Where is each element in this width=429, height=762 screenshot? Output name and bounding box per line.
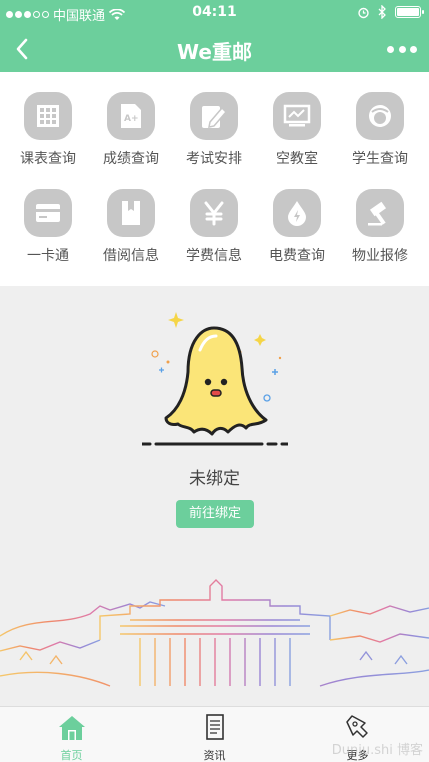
ground-line — [142, 442, 288, 446]
service-label: 借阅信息 — [103, 248, 159, 264]
service-label: 一卡通 — [27, 248, 69, 264]
service-label: 电费查询 — [269, 248, 325, 264]
go-bind-button[interactable]: 前往绑定 — [176, 500, 254, 528]
service-campus-card[interactable]: 一卡通 — [5, 169, 91, 266]
tab-home[interactable]: 首页 — [0, 707, 143, 762]
service-label: 课表查询 — [20, 151, 76, 167]
home-icon — [58, 716, 85, 740]
student-avatar-icon — [356, 92, 404, 140]
unbound-message: 未绑定 — [189, 469, 240, 489]
bluetooth-icon — [378, 5, 386, 19]
tab-news[interactable]: 资讯 — [143, 707, 286, 762]
svg-text:A+: A+ — [124, 114, 139, 124]
battery-icon — [395, 6, 424, 18]
alarm-icon — [358, 7, 369, 18]
service-electricity[interactable]: 电费查询 — [254, 169, 340, 266]
service-label: 成绩查询 — [103, 151, 159, 167]
book-icon — [107, 189, 155, 237]
status-bar: 中国联通 04:11 — [0, 0, 429, 26]
service-grid: 课表查询 A+ 成绩查询 考试安排 空教室 学生查询 一卡通 借阅信息 学费信息… — [0, 72, 429, 286]
service-schedule[interactable]: 课表查询 — [5, 72, 91, 169]
service-tuition[interactable]: 学费信息 — [171, 169, 257, 266]
service-grades[interactable]: A+ 成绩查询 — [88, 72, 174, 169]
service-repair[interactable]: 物业报修 — [337, 169, 423, 266]
page-title: We重邮 — [177, 40, 252, 64]
service-label: 学生查询 — [352, 151, 408, 167]
grade-document-icon: A+ — [107, 92, 155, 140]
tab-label: 首页 — [60, 749, 83, 762]
binding-empty-state: 未绑定 前往绑定 — [0, 286, 429, 706]
service-exams[interactable]: 考试安排 — [171, 72, 257, 169]
watermark: Duniu.shi 博客 — [331, 743, 423, 758]
service-label: 物业报修 — [352, 248, 408, 264]
pencil-icon — [190, 92, 238, 140]
service-library[interactable]: 借阅信息 — [88, 169, 174, 266]
service-empty-classroom[interactable]: 空教室 — [254, 72, 340, 169]
service-label: 学费信息 — [186, 248, 242, 264]
calendar-grid-icon — [24, 92, 72, 140]
more-icon — [345, 715, 368, 738]
service-label: 考试安排 — [186, 151, 242, 167]
yen-icon — [190, 189, 238, 237]
more-options-icon[interactable] — [387, 36, 417, 62]
electricity-drop-icon — [273, 189, 321, 237]
blackboard-icon — [273, 92, 321, 140]
nav-bar: We重邮 — [0, 26, 429, 72]
hammer-icon — [356, 189, 404, 237]
tab-label: 资讯 — [203, 749, 226, 762]
card-icon — [24, 189, 72, 237]
ghost-mascot-icon — [151, 312, 282, 436]
campus-skyline-illustration — [0, 579, 429, 687]
bottom-tab-bar: 首页 资讯 更多 Duniu.shi 博客 — [0, 706, 429, 762]
service-student-search[interactable]: 学生查询 — [337, 72, 423, 169]
service-label: 空教室 — [276, 151, 318, 167]
news-icon — [205, 714, 224, 740]
